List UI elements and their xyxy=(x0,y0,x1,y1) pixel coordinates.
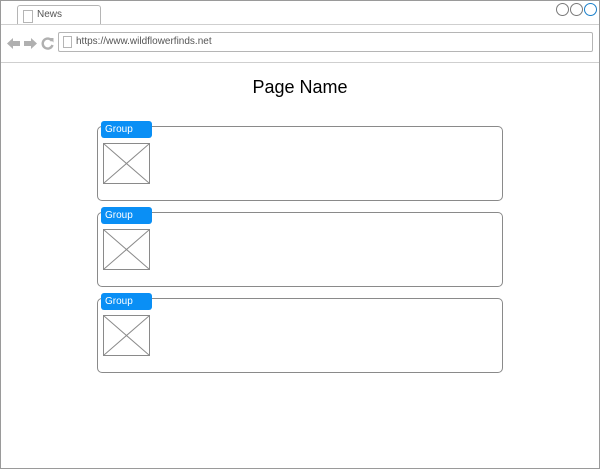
image-placeholder-icon xyxy=(103,315,150,356)
refresh-icon[interactable] xyxy=(41,37,54,52)
maximize-button[interactable] xyxy=(570,3,583,16)
group-header: Group xyxy=(101,293,152,310)
group-panel: Group xyxy=(97,293,503,373)
window-controls xyxy=(555,3,597,21)
page-title: Page Name xyxy=(252,77,348,97)
group-header: Group xyxy=(101,121,152,138)
page-icon xyxy=(23,10,33,23)
back-arrow-icon[interactable] xyxy=(7,37,21,52)
browser-tab[interactable]: News xyxy=(17,5,101,24)
image-placeholder-icon xyxy=(103,143,150,184)
navigation-bar: https://www.wildflowerfinds.net xyxy=(1,25,599,63)
forward-arrow-icon[interactable] xyxy=(23,37,37,52)
group-header: Group xyxy=(101,207,152,224)
group-panel: Group xyxy=(97,121,503,201)
group-panel: Group xyxy=(97,207,503,287)
tab-strip: News xyxy=(1,1,599,25)
browser-window: News https://www.wildflowerfinds.net Pag… xyxy=(0,0,600,469)
page-icon xyxy=(63,36,72,48)
tab-label: News xyxy=(37,9,63,20)
close-button[interactable] xyxy=(584,3,597,16)
image-placeholder-icon xyxy=(103,229,150,270)
address-bar[interactable]: https://www.wildflowerfinds.net xyxy=(58,32,593,52)
minimize-button[interactable] xyxy=(556,3,569,16)
url-text[interactable]: https://www.wildflowerfinds.net xyxy=(76,36,212,47)
